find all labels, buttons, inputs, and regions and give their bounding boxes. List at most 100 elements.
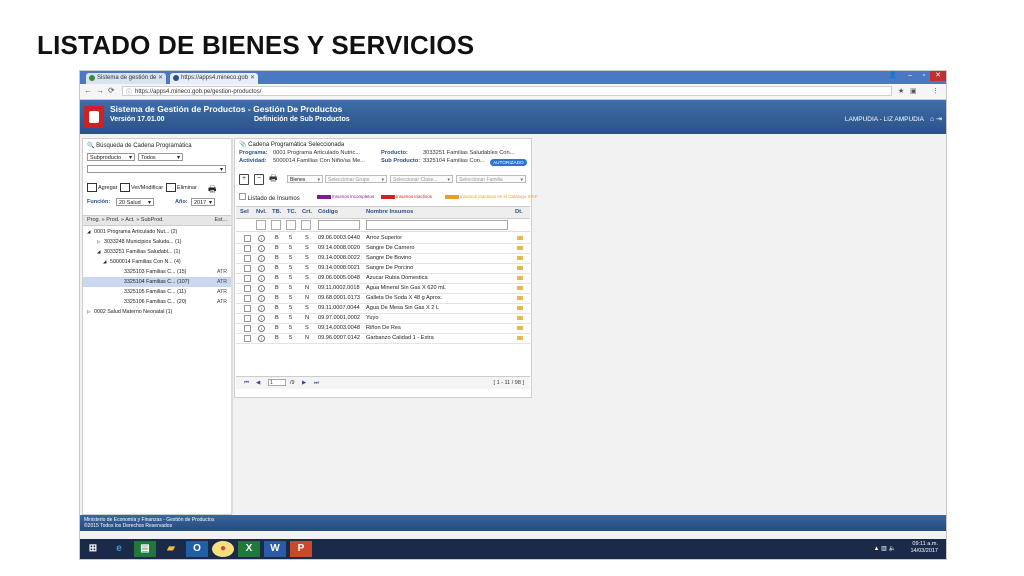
tree-row[interactable]: 3325105 Familias C... (11) ATR (83, 287, 231, 297)
close-tab-icon[interactable]: ✕ (158, 73, 163, 84)
row-checkbox[interactable] (244, 285, 251, 292)
tree-row[interactable]: ◢ 5000014 Familias Con N... (4) (83, 257, 231, 267)
folder-icon[interactable] (517, 336, 523, 340)
column-header[interactable]: Dt. (515, 207, 523, 218)
funcion-select[interactable]: 20 Salud (116, 198, 154, 207)
filter-nombre[interactable] (366, 220, 508, 230)
tree-row[interactable]: ▷ 3033248 Municipios Saluda... (1) (83, 237, 231, 247)
add-button[interactable]: Agregar (87, 183, 118, 192)
bienes-select[interactable]: Bienes (287, 175, 323, 184)
row-checkbox[interactable] (244, 255, 251, 262)
folder-icon[interactable] (517, 246, 523, 250)
type-select[interactable]: Subproducto (87, 153, 135, 162)
tree-toggle-icon[interactable]: ◢ (97, 247, 100, 257)
chrome-icon[interactable]: ● (212, 541, 234, 557)
forward-icon[interactable]: → (96, 86, 104, 95)
row-checkbox[interactable] (244, 295, 251, 302)
table-row[interactable]: i B 5 N 09.96.0007.0142 Garbanzo Calidad 1 - … (236, 333, 530, 344)
column-header[interactable]: Código (318, 207, 338, 218)
tree-row[interactable]: 3325106 Familias C... (20) ATR (83, 297, 231, 307)
ie-icon[interactable]: e (108, 541, 130, 557)
filter-crt[interactable] (301, 220, 311, 230)
volume-icon[interactable]: 🔈 (889, 546, 896, 552)
grupo-select[interactable]: Seleccionar Grupo (325, 175, 387, 184)
info-icon[interactable]: i (258, 235, 265, 242)
column-header[interactable]: Sel (240, 207, 249, 218)
view-edit-button[interactable]: Ver/Modificar (120, 183, 163, 192)
familia-select[interactable]: Seleccionar Familia (456, 175, 526, 184)
word-icon[interactable]: W (264, 541, 286, 557)
windows-start-icon[interactable]: ⊞ (82, 541, 104, 557)
row-checkbox[interactable] (244, 315, 251, 322)
folder-icon[interactable] (517, 276, 523, 280)
logout-icon[interactable]: ⇥ (936, 116, 942, 123)
tree-row[interactable]: 3325103 Familias C... (15) ATR (83, 267, 231, 277)
tree-toggle-icon[interactable]: ▷ (97, 237, 100, 247)
bookmark-star-icon[interactable]: ★ (898, 87, 904, 95)
printer-icon[interactable]: 🖶 (208, 182, 217, 198)
anio-select[interactable]: 2017 (191, 198, 215, 207)
column-header[interactable]: Nombre Insumos (366, 207, 413, 218)
clase-select[interactable]: Seleccionar Clase... (390, 175, 453, 184)
file-explorer-icon[interactable]: ▰ (160, 541, 182, 557)
clock[interactable]: 09:11 a.m. 14/03/2017 (910, 541, 938, 555)
profile-icon[interactable]: 👤 (885, 71, 901, 81)
delete-button[interactable]: Eliminar (166, 183, 197, 192)
row-checkbox[interactable] (244, 335, 251, 342)
add-item-icon[interactable]: + (239, 174, 249, 185)
column-header[interactable]: Crt. (302, 207, 312, 218)
info-icon[interactable]: i (258, 325, 265, 332)
row-checkbox[interactable] (244, 305, 251, 312)
first-page-icon[interactable]: ⏮ (244, 377, 249, 389)
list-checkbox[interactable] (239, 193, 246, 200)
folder-icon[interactable] (517, 266, 523, 270)
extension-icon[interactable]: ▣ (910, 87, 917, 95)
folder-icon[interactable] (517, 256, 523, 260)
calculator-icon[interactable]: ▤ (134, 541, 156, 557)
browser-tab-1[interactable]: Sistema de gestión de ✕ (86, 73, 166, 84)
folder-icon[interactable] (517, 236, 523, 240)
folder-icon[interactable] (517, 296, 523, 300)
info-icon[interactable]: i (258, 255, 265, 262)
filter-codigo[interactable] (318, 220, 360, 230)
tree-row[interactable]: ◢ 3033251 Familias Saludabl... (1) (83, 247, 231, 257)
excel-icon[interactable]: X (238, 541, 260, 557)
last-page-icon[interactable]: ⏭ (314, 377, 319, 389)
info-icon[interactable]: i (258, 275, 265, 282)
row-checkbox[interactable] (244, 275, 251, 282)
printer-icon[interactable]: 🖶 (269, 174, 278, 183)
search-combo[interactable] (87, 165, 226, 174)
info-icon[interactable]: i (258, 335, 265, 342)
remove-item-icon[interactable]: − (254, 174, 264, 185)
row-checkbox[interactable] (244, 325, 251, 332)
column-header[interactable]: Nvl. (256, 207, 267, 218)
tray-up-icon[interactable]: ▲ (874, 546, 880, 552)
panel-splitter[interactable] (231, 138, 233, 513)
row-checkbox[interactable] (244, 245, 251, 252)
close-tab-icon[interactable]: ✕ (250, 73, 255, 84)
info-icon[interactable]: i (258, 315, 265, 322)
page-input[interactable]: 1 (268, 379, 286, 386)
close-window-button[interactable]: ✕ (930, 71, 946, 81)
tree-toggle-icon[interactable]: ◢ (87, 227, 90, 237)
url-input[interactable]: ⓘ https://apps4.mineco.gob.pe/gestion-pr… (122, 86, 892, 96)
tree-toggle-icon[interactable]: ▷ (87, 307, 90, 317)
info-icon[interactable]: i (258, 245, 265, 252)
folder-icon[interactable] (517, 316, 523, 320)
status-select[interactable]: Todos (138, 153, 183, 162)
row-checkbox[interactable] (244, 265, 251, 272)
folder-icon[interactable] (517, 326, 523, 330)
network-icon[interactable]: ▥ (881, 546, 887, 552)
filter-nvl[interactable] (256, 220, 266, 230)
outlook-icon[interactable]: O (186, 541, 208, 557)
home-icon[interactable]: ⌂ (930, 116, 934, 123)
prev-page-icon[interactable]: ◀ (256, 377, 260, 389)
tree-toggle-icon[interactable]: ◢ (103, 257, 106, 267)
info-icon[interactable]: i (258, 285, 265, 292)
folder-icon[interactable] (517, 286, 523, 290)
powerpoint-icon[interactable]: P (290, 541, 312, 557)
column-header[interactable]: TC. (287, 207, 296, 218)
reload-icon[interactable]: ⟳ (108, 86, 115, 95)
info-icon[interactable]: i (258, 305, 265, 312)
row-checkbox[interactable] (244, 235, 251, 242)
